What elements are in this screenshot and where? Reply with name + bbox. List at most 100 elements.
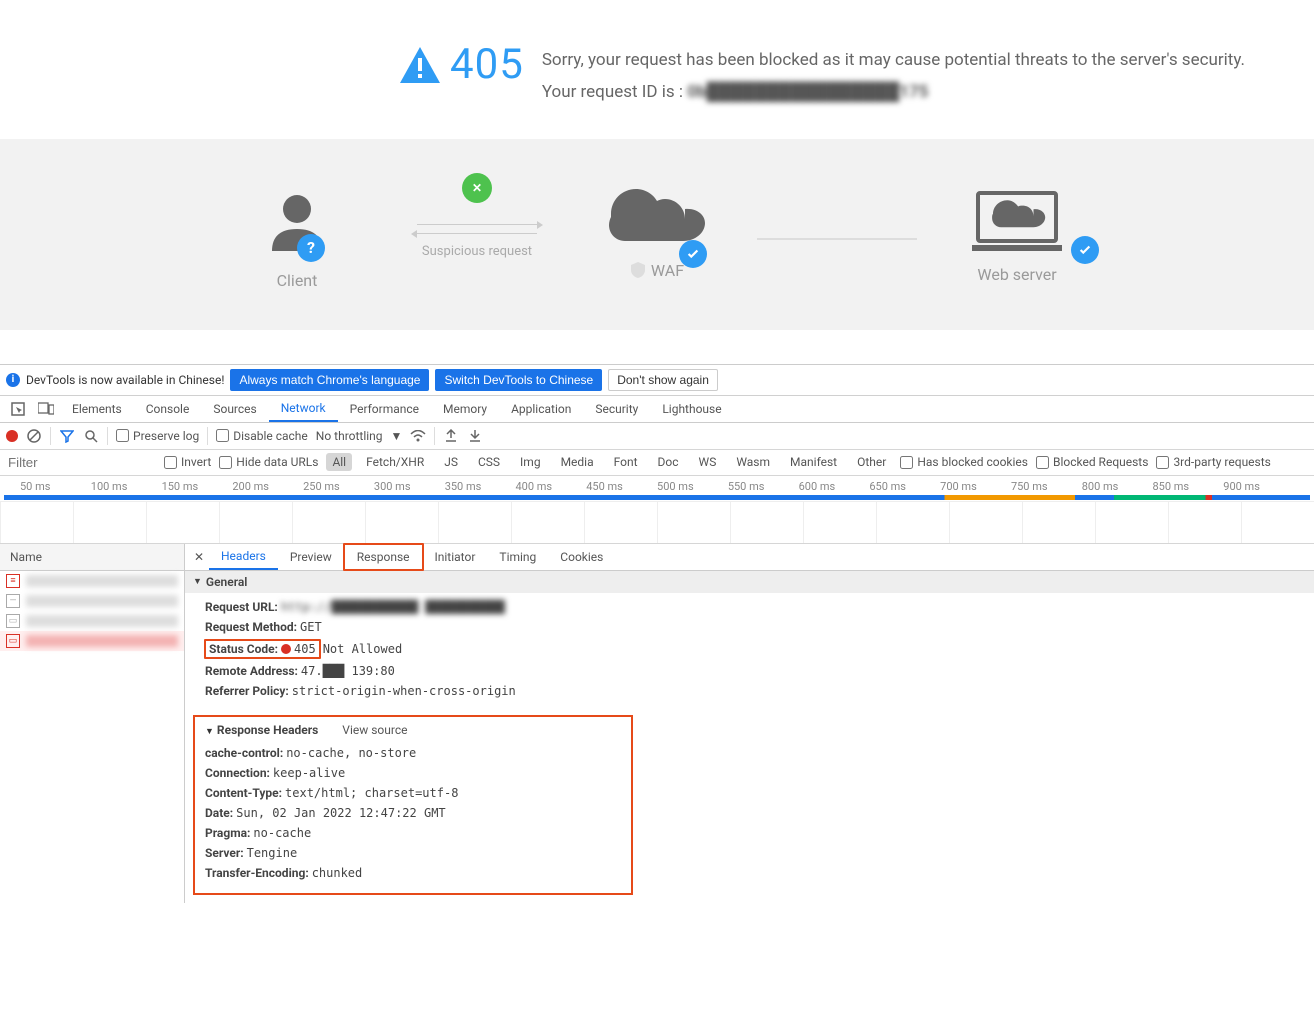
timeline-tick: 850 ms [1153, 480, 1224, 493]
filter-type-all[interactable]: All [326, 453, 352, 471]
dont-show-button[interactable]: Don't show again [608, 369, 718, 391]
waf-node: WAF [557, 189, 757, 290]
response-header-row: Transfer-Encoding: chunked [205, 863, 621, 883]
tab-application[interactable]: Application [499, 397, 583, 421]
device-icon[interactable] [32, 396, 60, 422]
timeline-tick: 50 ms [20, 480, 91, 493]
request-row[interactable]: ≡ [0, 571, 184, 591]
filter-icon[interactable] [59, 428, 75, 444]
download-icon[interactable] [467, 428, 483, 444]
hide-data-urls-checkbox[interactable]: Hide data URLs [219, 455, 318, 469]
status-dot-icon [281, 644, 291, 654]
timeline-tick: 350 ms [445, 480, 516, 493]
response-header-row: Content-Type: text/html; charset=utf-8 [205, 783, 621, 803]
tab-security[interactable]: Security [583, 397, 650, 421]
request-row[interactable]: — [0, 591, 184, 611]
request-row[interactable]: ▭ [0, 631, 184, 651]
preserve-log-checkbox[interactable]: Preserve log [116, 429, 199, 443]
record-button[interactable] [6, 430, 18, 442]
view-source-link[interactable]: View source [342, 723, 407, 737]
tab-console[interactable]: Console [134, 397, 202, 421]
search-icon[interactable] [83, 428, 99, 444]
timeline[interactable]: 50 ms100 ms150 ms200 ms250 ms300 ms350 m… [0, 476, 1314, 544]
filter-type-other[interactable]: Other [851, 453, 892, 471]
filter-type-css[interactable]: CSS [472, 453, 506, 471]
info-icon: i [6, 373, 20, 387]
match-language-button[interactable]: Always match Chrome's language [230, 369, 429, 391]
status-code-row: Status Code: 405 Not Allowed [205, 637, 1294, 661]
shield-icon [630, 262, 646, 278]
timeline-tick: 700 ms [940, 480, 1011, 493]
suspicious-caption: Suspicious request [422, 244, 532, 259]
block-badge-icon: ✕ [462, 173, 492, 203]
close-icon[interactable]: ✕ [189, 544, 209, 570]
disable-cache-checkbox[interactable]: Disable cache [216, 429, 308, 443]
detail-tab-preview[interactable]: Preview [278, 545, 344, 569]
request-row[interactable]: ▭ [0, 611, 184, 631]
request-url-row: Request URL: http://████████████ ███████… [205, 597, 1294, 617]
timeline-tick: 300 ms [374, 480, 445, 493]
filter-type-doc[interactable]: Doc [652, 453, 685, 471]
request-id-label: Your request ID is : [542, 82, 687, 102]
blocked-cookies-checkbox[interactable]: Has blocked cookies [900, 455, 1028, 469]
tab-performance[interactable]: Performance [338, 397, 431, 421]
third-party-checkbox[interactable]: 3rd-party requests [1156, 455, 1270, 469]
request-id-value: 0b████████████████175 [687, 82, 928, 102]
network-toolbar: Preserve log Disable cache No throttling… [0, 423, 1314, 450]
error-page: 405 Sorry, your request has been blocked… [0, 0, 1314, 330]
invert-checkbox[interactable]: Invert [164, 455, 211, 469]
devtools-tabs: Elements Console Sources Network Perform… [0, 396, 1314, 423]
client-node: ? Client [197, 189, 397, 290]
detail-tab-timing[interactable]: Timing [487, 545, 548, 569]
language-banner: i DevTools is now available in Chinese! … [0, 365, 1314, 396]
timeline-tick: 250 ms [303, 480, 374, 493]
upload-icon[interactable] [443, 428, 459, 444]
client-label: Client [277, 271, 318, 290]
tab-elements[interactable]: Elements [60, 397, 134, 421]
check-icon [679, 240, 707, 268]
tab-lighthouse[interactable]: Lighthouse [650, 397, 733, 421]
remote-address-row: Remote Address: 47.███ 139:80 [205, 661, 1294, 681]
tab-sources[interactable]: Sources [201, 397, 268, 421]
detail-tab-initiator[interactable]: Initiator [423, 545, 488, 569]
devtools: i DevTools is now available in Chinese! … [0, 364, 1314, 903]
response-headers-header[interactable]: ▼ Response Headers View source [205, 723, 621, 737]
detail-tab-cookies[interactable]: Cookies [548, 545, 615, 569]
check-icon [1071, 236, 1099, 264]
tab-network[interactable]: Network [269, 396, 338, 422]
clear-icon[interactable] [26, 428, 42, 444]
timeline-tick: 400 ms [515, 480, 586, 493]
filter-type-wasm[interactable]: Wasm [730, 453, 776, 471]
general-section-header[interactable]: ▼General [185, 571, 1314, 593]
filter-type-font[interactable]: Font [608, 453, 644, 471]
timeline-tick: 600 ms [799, 480, 870, 493]
server-label: Web server [977, 265, 1056, 284]
filter-type-js[interactable]: JS [438, 453, 464, 471]
request-list: Name ≡ — ▭ ▭ [0, 544, 185, 903]
blocked-requests-checkbox[interactable]: Blocked Requests [1036, 455, 1148, 469]
filter-type-ws[interactable]: WS [693, 453, 723, 471]
inspect-icon[interactable] [4, 396, 32, 422]
tab-memory[interactable]: Memory [431, 397, 499, 421]
filter-type-img[interactable]: Img [514, 453, 547, 471]
timeline-tick: 900 ms [1223, 480, 1294, 493]
timeline-tick: 100 ms [91, 480, 162, 493]
filter-type-manifest[interactable]: Manifest [784, 453, 843, 471]
name-column-header[interactable]: Name [0, 544, 184, 571]
filter-type-media[interactable]: Media [555, 453, 600, 471]
detail-tab-response[interactable]: Response [343, 543, 424, 571]
waf-label: WAF [651, 261, 684, 280]
timeline-tick: 500 ms [657, 480, 728, 493]
request-details: ✕ Headers Preview Response Initiator Tim… [185, 544, 1314, 903]
filter-type-fetch[interactable]: Fetch/XHR [360, 453, 430, 471]
response-header-row: Server: Tengine [205, 843, 621, 863]
server-node: Web server [917, 189, 1117, 290]
response-header-row: Connection: keep-alive [205, 763, 621, 783]
error-code: 405 [450, 40, 524, 89]
filter-input[interactable] [6, 453, 156, 472]
wifi-icon[interactable] [410, 428, 426, 444]
detail-tab-headers[interactable]: Headers [209, 544, 278, 570]
switch-language-button[interactable]: Switch DevTools to Chinese [435, 369, 602, 391]
throttling-select[interactable]: No throttling [316, 429, 383, 443]
timeline-tick: 800 ms [1082, 480, 1153, 493]
